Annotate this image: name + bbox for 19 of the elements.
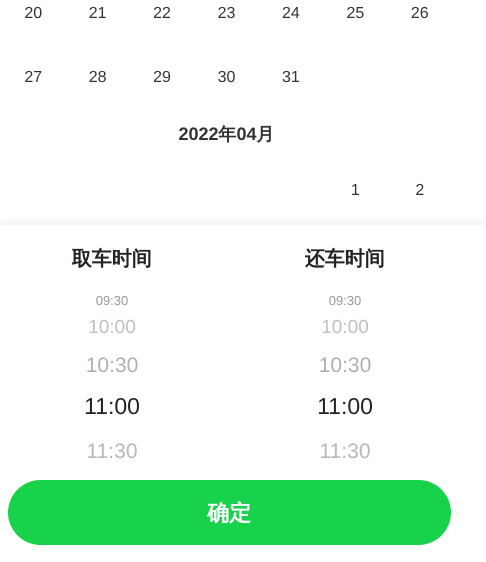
calendar-day[interactable]: 29 — [153, 66, 171, 90]
calendar-day[interactable]: 20 — [24, 2, 42, 26]
calendar-day[interactable]: 27 — [24, 66, 42, 90]
time-option[interactable]: 11:00 — [317, 388, 373, 424]
calendar-day[interactable]: 24 — [282, 2, 300, 26]
calendar-day[interactable]: 2 — [415, 179, 424, 203]
calendar-day[interactable]: 30 — [218, 66, 236, 90]
picker-title: 还车时间 — [305, 246, 385, 272]
calendar-day[interactable]: 23 — [218, 2, 236, 26]
time-option[interactable]: 11:00 — [84, 388, 140, 424]
picker-title: 取车时间 — [72, 246, 152, 272]
calendar-day[interactable]: 31 — [282, 66, 300, 90]
calendar-day[interactable]: 22 — [153, 2, 171, 26]
month-title: 2022年04月 — [178, 123, 275, 146]
calendar-day[interactable]: 28 — [88, 66, 107, 90]
calendar-day[interactable]: 21 — [88, 2, 107, 26]
calendar-day[interactable]: 25 — [346, 2, 364, 26]
calendar-day[interactable]: 26 — [410, 2, 429, 26]
calendar-day[interactable]: 1 — [350, 179, 360, 203]
